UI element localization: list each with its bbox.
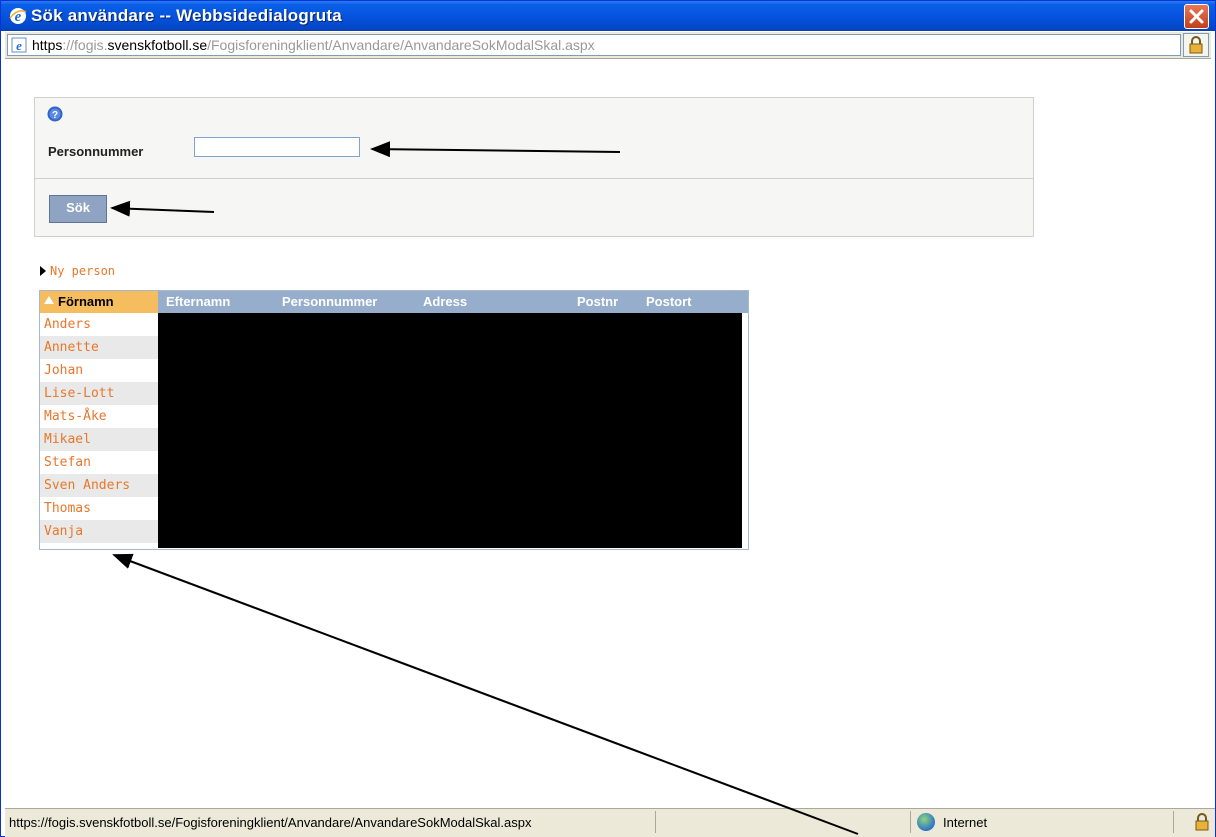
row-firstname-link[interactable]: Mikael: [40, 428, 158, 451]
address-bar: e https://fogis.svenskfotboll.se/Fogisfo…: [5, 32, 1211, 59]
address-url: https://fogis.svenskfotboll.se/Fogisfore…: [32, 37, 595, 53]
row-firstname-link[interactable]: Johan: [40, 359, 158, 382]
column-header-adress[interactable]: Adress: [423, 294, 467, 309]
title-bar[interactable]: e Sök användare -- Webbsidedialogruta: [1, 1, 1215, 31]
column-header-postnr[interactable]: Postnr: [577, 294, 618, 309]
close-icon: [1189, 9, 1204, 24]
search-panel: ? Personnummer Sök: [34, 97, 1034, 237]
new-person-link[interactable]: Ny person: [40, 264, 115, 278]
row-firstname-link[interactable]: Annette: [40, 336, 158, 359]
status-divider: [655, 811, 656, 833]
status-divider: [910, 811, 911, 833]
svg-text:?: ?: [52, 110, 58, 121]
row-firstname-link[interactable]: Vanja: [40, 520, 158, 543]
redacted-block: [158, 313, 742, 548]
page-icon: e: [11, 37, 27, 53]
row-firstname-link[interactable]: Anders: [40, 313, 158, 336]
row-firstname-link[interactable]: Sven Anders: [40, 474, 158, 497]
panel-divider: [35, 178, 1033, 179]
column-header-personnummer[interactable]: Personnummer: [282, 294, 377, 309]
page-content: ? Personnummer Sök Ny person Förnamn Eft…: [5, 59, 1211, 805]
results-grid: Förnamn Efternamn Personnummer Adress Po…: [39, 290, 749, 550]
close-button[interactable]: [1184, 4, 1209, 29]
ie-logo-icon: e: [9, 8, 27, 25]
dialog-window: e Sök användare -- Webbsidedialogruta e …: [0, 0, 1216, 837]
column-header-fornamn[interactable]: Förnamn: [40, 291, 158, 313]
security-lock-button[interactable]: [1183, 33, 1209, 57]
sort-ascending-icon: [44, 296, 54, 304]
personnummer-label: Personnummer: [48, 144, 144, 159]
status-bar: https://fogis.svenskfotboll.se/Fogisfore…: [5, 808, 1215, 837]
search-button[interactable]: Sök: [49, 195, 107, 223]
row-firstname-link[interactable]: Stefan: [40, 451, 158, 474]
row-firstname-link[interactable]: Thomas: [40, 497, 158, 520]
address-field[interactable]: e https://fogis.svenskfotboll.se/Fogisfo…: [7, 34, 1181, 56]
window-title: Sök användare -- Webbsidedialogruta: [31, 6, 342, 25]
zone-label: Internet: [943, 815, 988, 830]
triangle-right-icon: [40, 266, 46, 276]
svg-text:e: e: [16, 38, 22, 53]
personnummer-input[interactable]: [194, 137, 360, 157]
status-url: https://fogis.svenskfotboll.se/Fogisfore…: [9, 815, 532, 830]
help-icon[interactable]: ?: [47, 106, 63, 122]
row-firstname-link[interactable]: Mats-Åke: [40, 405, 158, 428]
padlock-icon: [1189, 36, 1203, 54]
status-divider: [1173, 811, 1174, 833]
row-firstname-link[interactable]: Lise-Lott: [40, 382, 158, 405]
grid-header: Förnamn Efternamn Personnummer Adress Po…: [40, 291, 748, 313]
globe-icon: [917, 813, 935, 831]
column-header-postort[interactable]: Postort: [646, 294, 692, 309]
column-header-efternamn[interactable]: Efternamn: [166, 294, 230, 309]
new-person-label: Ny person: [50, 264, 116, 278]
padlock-icon: [1195, 813, 1209, 831]
